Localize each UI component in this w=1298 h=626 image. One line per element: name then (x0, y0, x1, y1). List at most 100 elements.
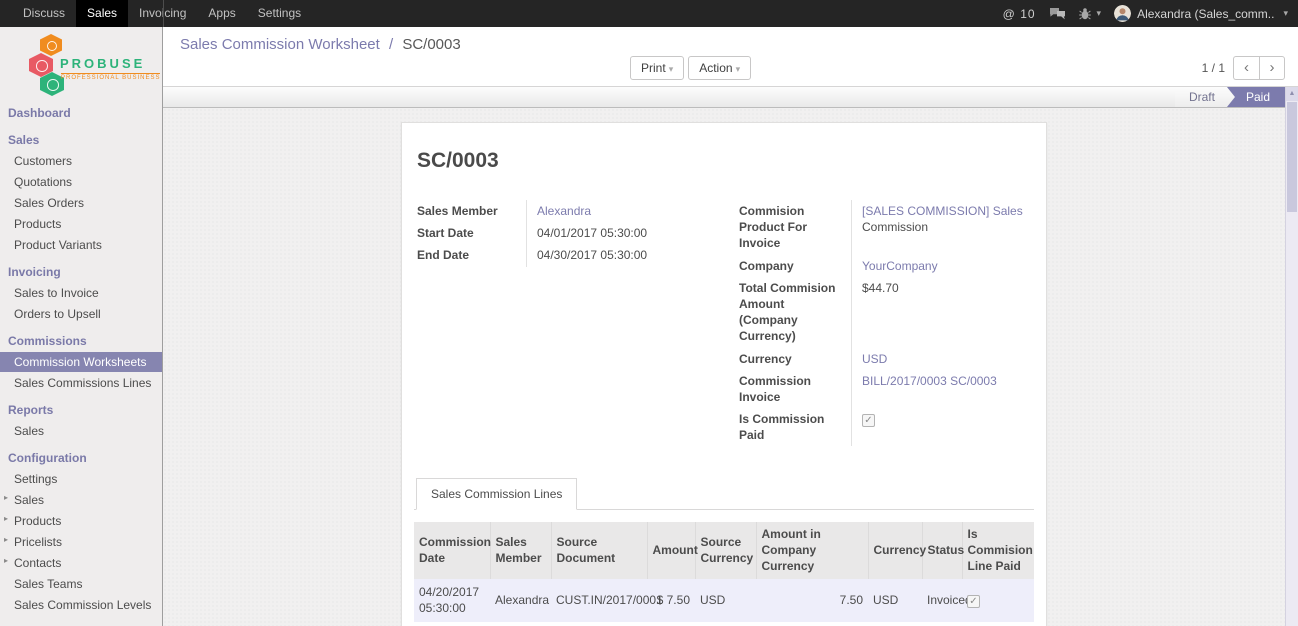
sidebar: PROBUSE PROFESSIONAL BUSINESS Dashboard … (0, 27, 163, 626)
brand-hexagon-orange-icon (40, 34, 62, 56)
table-row[interactable]: 04/20/2017 05:30:00 Alexandra CUST.IN/20… (414, 579, 1034, 622)
sidebar-header-configuration[interactable]: Configuration (0, 448, 162, 468)
sidebar-item-reports-sales[interactable]: Sales (0, 421, 162, 441)
form-view-background: SC/0003 Sales Member Alexandra Start Dat… (163, 108, 1285, 626)
commission-invoice-link[interactable]: BILL/2017/0003 SC/0003 (862, 374, 997, 388)
cell-paid: ✓ (962, 622, 1034, 626)
sidebar-item-sales-to-invoice[interactable]: Sales to Invoice (0, 283, 162, 303)
commission-product-rest: Commission (862, 220, 928, 234)
table-header-row: Commission Date Sales Member Source Docu… (414, 522, 1034, 579)
sidebar-item-config-pricelists[interactable]: ▸Pricelists (0, 532, 162, 552)
field-label: Sales Member (414, 200, 526, 222)
sidebar-item-sales-teams[interactable]: Sales Teams (0, 574, 162, 594)
status-step-paid[interactable]: Paid (1227, 87, 1285, 107)
scroll-up-icon[interactable]: ▲ (1286, 87, 1298, 101)
cell-src-currency: USD (695, 622, 756, 626)
messages-icon[interactable] (1049, 7, 1066, 20)
sidebar-item-label: Products (14, 514, 61, 528)
currency-link[interactable]: USD (862, 352, 887, 366)
control-panel-buttons: Print▾ Action▾ (630, 56, 751, 80)
action-button[interactable]: Action▾ (688, 56, 751, 80)
sidebar-item-config-settings[interactable]: Settings (0, 469, 162, 489)
is-commission-paid-checkbox: ✓ (862, 414, 875, 427)
sidebar-item-product-variants[interactable]: Product Variants (0, 235, 162, 255)
col-sales-member: Sales Member (490, 522, 551, 579)
cell-member: Alexandra (490, 622, 551, 626)
sidebar-item-config-products[interactable]: ▸Products (0, 511, 162, 531)
mention-counter[interactable]: @ 10 (1003, 7, 1036, 21)
table-row[interactable]: 04/20/2017 05:30:00 Alexandra INV/2017/0… (414, 622, 1034, 626)
debug-menu[interactable]: ▾ (1079, 7, 1102, 20)
sidebar-item-quotations[interactable]: Quotations (0, 172, 162, 192)
breadcrumb-parent[interactable]: Sales Commission Worksheet (180, 36, 380, 53)
commission-lines-table: Commission Date Sales Member Source Docu… (414, 522, 1034, 626)
tab-sales-commission-lines[interactable]: Sales Commission Lines (416, 478, 577, 510)
sidebar-header-reports[interactable]: Reports (0, 400, 162, 420)
sidebar-item-customers[interactable]: Customers (0, 151, 162, 171)
nav-settings[interactable]: Settings (247, 0, 312, 27)
pager-next-button[interactable]: › (1259, 56, 1285, 80)
print-button-label: Print (641, 61, 666, 75)
sidebar-item-sales-orders[interactable]: Sales Orders (0, 193, 162, 213)
brand-logo[interactable]: PROBUSE PROFESSIONAL BUSINESS (0, 31, 162, 101)
commission-product-link[interactable]: [SALES COMMISSION] Sales (862, 204, 1023, 218)
vertical-scrollbar[interactable]: ▲ (1285, 87, 1298, 626)
field-label: Commision Product For Invoice (736, 200, 851, 255)
field-commission-invoice: Commission Invoice BILL/2017/0003 SC/000… (736, 370, 1034, 408)
field-column-right: Commision Product For Invoice [SALES COM… (736, 200, 1034, 446)
debug-caret-icon: ▾ (1097, 8, 1102, 19)
field-start-date: Start Date 04/01/2017 05:30:00 (414, 222, 712, 244)
status-step-draft[interactable]: Draft (1175, 87, 1235, 107)
control-panel: Sales Commission Worksheet / SC/0003 Pri… (163, 27, 1298, 87)
field-total-commission-amount: Total Commision Amount (Company Currency… (736, 277, 1034, 348)
cell-amount-company: 18.60 (756, 622, 868, 626)
user-name: Alexandra (Sales_comm.. (1137, 7, 1274, 21)
sidebar-header-sales[interactable]: Sales (0, 130, 162, 150)
line-paid-checkbox: ✓ (967, 595, 980, 608)
sidebar-item-orders-to-upsell[interactable]: Orders to Upsell (0, 304, 162, 324)
breadcrumb-separator: / (389, 36, 393, 53)
print-button[interactable]: Print▾ (630, 56, 684, 80)
company-link[interactable]: YourCompany (862, 259, 938, 273)
nav-sales[interactable]: Sales (76, 0, 128, 27)
pager-value: 1 / 1 (1202, 61, 1225, 75)
sidebar-item-sales-commission-levels[interactable]: Sales Commission Levels (0, 595, 162, 615)
cell-amount-company: 7.50 (756, 579, 868, 622)
cell-src-currency: USD (695, 579, 756, 622)
field-company: Company YourCompany (736, 255, 1034, 277)
user-menu[interactable]: Alexandra (Sales_comm.. ▾ (1114, 5, 1288, 22)
cell-currency: USD (868, 579, 922, 622)
record-title: SC/0003 (417, 149, 1034, 173)
sidebar-item-config-sales[interactable]: ▸Sales (0, 490, 162, 510)
top-navbar: Discuss Sales Invoicing Apps Settings @ … (0, 0, 1298, 27)
sales-member-link[interactable]: Alexandra (537, 204, 591, 218)
field-label: Company (736, 255, 851, 277)
end-date-value: 04/30/2017 05:30:00 (537, 248, 647, 262)
brand-tagline: PROFESSIONAL BUSINESS (61, 73, 160, 81)
field-label: Commission Invoice (736, 370, 851, 408)
sidebar-header-invoicing[interactable]: Invoicing (0, 262, 162, 282)
cell-currency: USD (868, 622, 922, 626)
navbar-divider (163, 0, 164, 27)
col-source-document: Source Document (551, 522, 647, 579)
pager-previous-button[interactable]: ‹ (1233, 56, 1259, 80)
sidebar-header-dashboard[interactable]: Dashboard (0, 103, 162, 123)
nav-discuss[interactable]: Discuss (12, 0, 76, 27)
field-label: Total Commision Amount (Company Currency… (736, 277, 851, 348)
user-menu-caret-icon: ▾ (1283, 8, 1288, 19)
nav-apps[interactable]: Apps (197, 0, 246, 27)
form-sheet: SC/0003 Sales Member Alexandra Start Dat… (401, 122, 1047, 626)
col-source-currency: Source Currency (695, 522, 756, 579)
breadcrumb: Sales Commission Worksheet / SC/0003 (163, 27, 1298, 53)
sidebar-item-sales-commissions-lines[interactable]: Sales Commissions Lines (0, 373, 162, 393)
col-amount-company-currency: Amount in Company Currency (756, 522, 868, 579)
sidebar-menu: Dashboard Sales Customers Quotations Sal… (0, 101, 162, 615)
navbar-systray: @ 10 ▾ Alexandra (Sales_c (1003, 0, 1298, 27)
col-status: Status (922, 522, 962, 579)
sidebar-item-config-contacts[interactable]: ▸Contacts (0, 553, 162, 573)
sidebar-header-commissions[interactable]: Commissions (0, 331, 162, 351)
scrollbar-thumb[interactable] (1287, 102, 1297, 212)
sidebar-item-commission-worksheets[interactable]: Commission Worksheets (0, 352, 162, 372)
field-group: Sales Member Alexandra Start Date 04/01/… (414, 200, 1034, 446)
sidebar-item-products[interactable]: Products (0, 214, 162, 234)
